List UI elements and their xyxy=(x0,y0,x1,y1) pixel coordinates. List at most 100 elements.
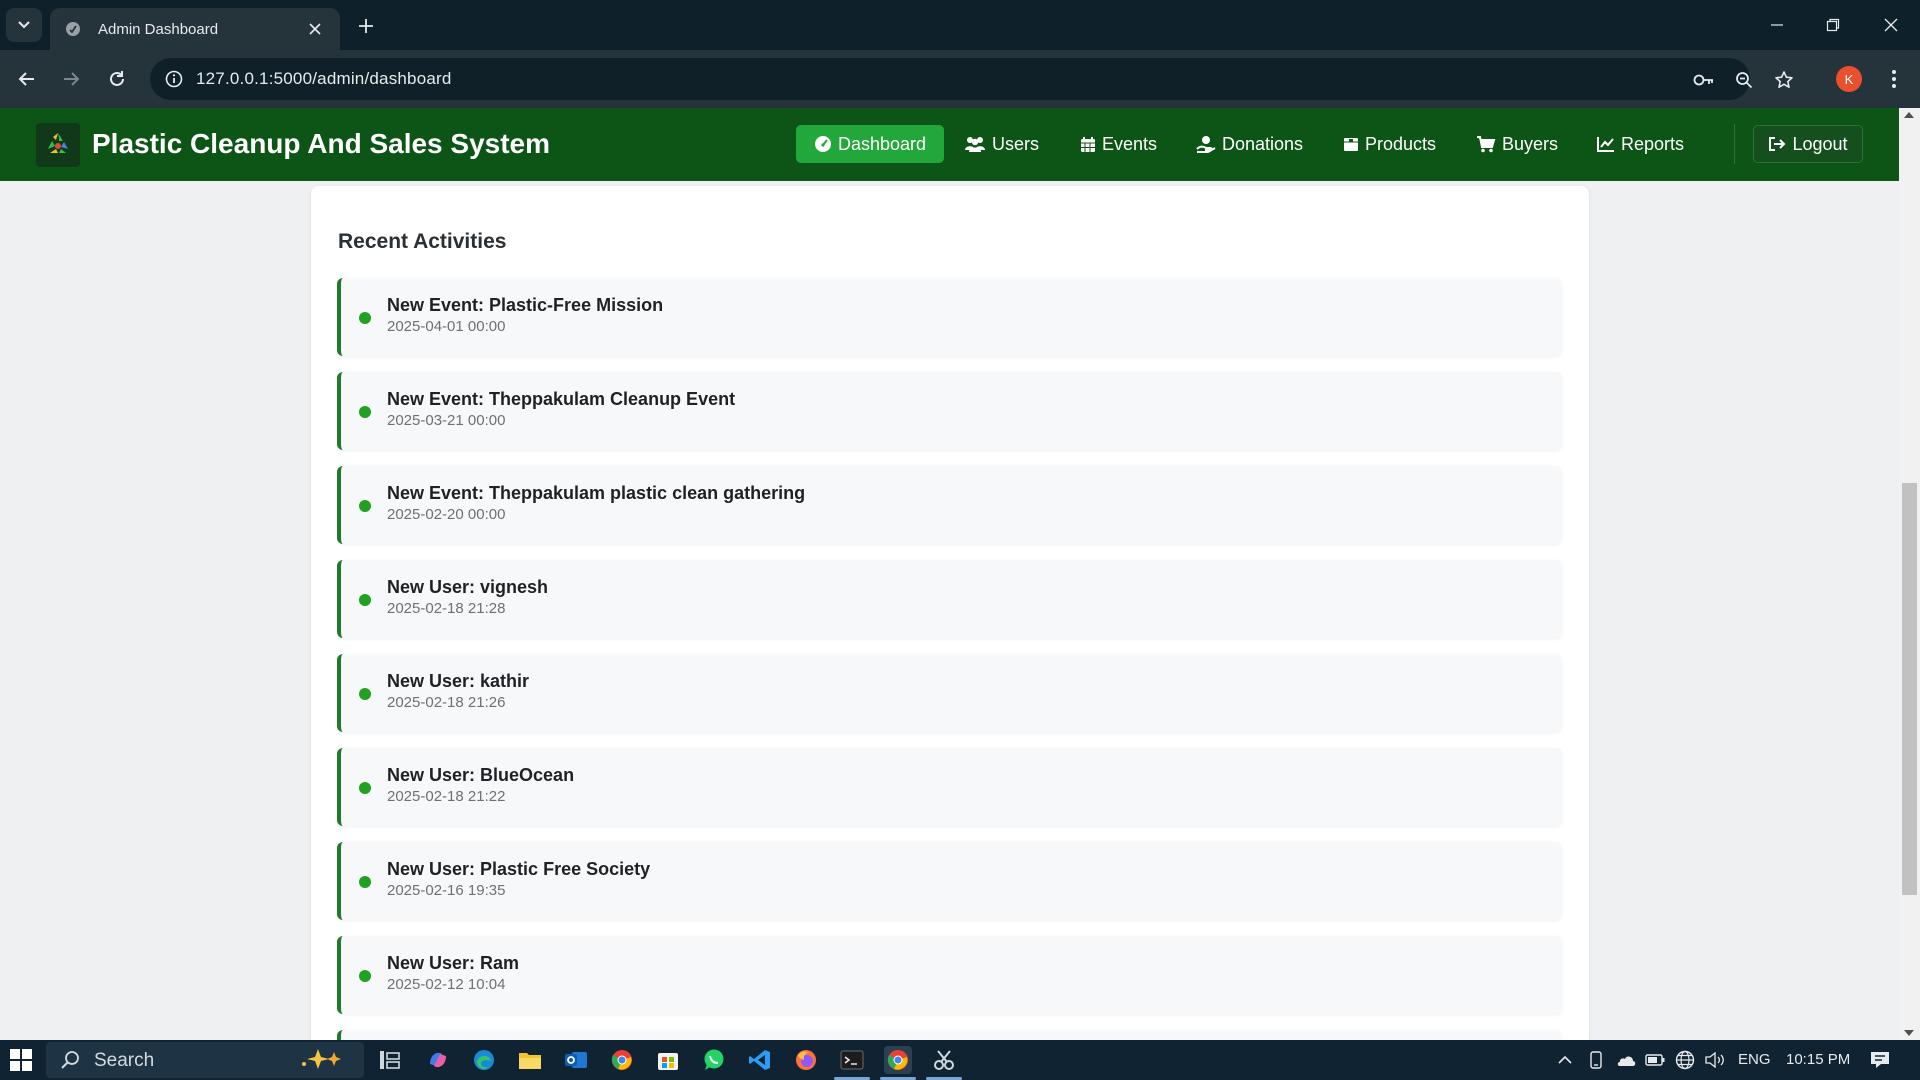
address-bar[interactable]: 127.0.0.1:5000/admin/dashboard xyxy=(150,58,1793,100)
bookmark-star-icon[interactable] xyxy=(1772,68,1796,92)
arrow-left-icon xyxy=(18,72,34,86)
site-info-icon[interactable] xyxy=(162,67,186,91)
file-explorer-icon[interactable] xyxy=(516,1046,544,1074)
profile-avatar[interactable]: K xyxy=(1836,66,1862,92)
activity-title: New Event: Plastic-Free Mission xyxy=(387,295,664,315)
activity-time: 2025-02-18 21:22 xyxy=(387,788,506,805)
browser-menu-button[interactable] xyxy=(1882,64,1906,94)
language-indicator[interactable]: ENG xyxy=(1738,1051,1771,1068)
nav-products[interactable]: Products xyxy=(1333,125,1446,163)
globe-icon xyxy=(64,20,82,38)
activity-title: New User: Ram xyxy=(387,953,520,973)
minimize-icon xyxy=(1771,24,1783,26)
microsoft-store-icon[interactable] xyxy=(654,1046,682,1074)
chart-line-icon xyxy=(1597,137,1614,152)
minimize-button[interactable] xyxy=(1754,10,1800,40)
activity-title: New Event: Theppakulam plastic clean gat… xyxy=(387,483,806,503)
activity-time: 2025-02-16 19:35 xyxy=(387,882,506,899)
nav-buyers[interactable]: Buyers xyxy=(1466,125,1568,163)
status-dot-icon xyxy=(359,312,371,324)
close-icon xyxy=(1884,18,1898,32)
tray-overflow-icon[interactable] xyxy=(1556,1050,1574,1070)
tab-search-button[interactable] xyxy=(6,8,42,42)
edge-browser-icon[interactable] xyxy=(470,1046,498,1074)
search-placeholder: Search xyxy=(94,1050,155,1071)
browser-tab-active[interactable]: Admin Dashboard xyxy=(50,8,340,50)
copilot-app-icon[interactable] xyxy=(424,1046,452,1074)
clock-time[interactable]: 10:15 PM xyxy=(1786,1051,1850,1068)
network-globe-icon[interactable] xyxy=(1674,1050,1696,1070)
section-title: Recent Activities xyxy=(338,230,507,253)
search-icon xyxy=(60,1050,80,1070)
restore-button[interactable] xyxy=(1810,10,1856,40)
windows-start-icon[interactable] xyxy=(10,1049,32,1071)
reload-button[interactable] xyxy=(102,64,132,94)
page-scrollbar[interactable] xyxy=(1899,108,1920,1040)
back-button[interactable] xyxy=(12,64,42,94)
activity-time: 2025-02-18 21:26 xyxy=(387,694,506,711)
arrow-right-icon xyxy=(64,72,80,86)
nav-events-label: Events xyxy=(1102,133,1158,154)
app-navbar: Plastic Cleanup And Sales System Dashboa… xyxy=(0,108,1899,181)
chrome-icon[interactable] xyxy=(608,1046,636,1074)
password-key-icon[interactable] xyxy=(1692,68,1716,92)
activity-item: New User: BlueOcean 2025-02-18 21:22 xyxy=(337,748,1562,826)
volume-icon[interactable] xyxy=(1704,1050,1726,1070)
box-icon xyxy=(1344,138,1358,151)
scrollbar-thumb[interactable] xyxy=(1902,483,1917,895)
activity-title: New User: vignesh xyxy=(387,577,549,597)
status-dot-icon xyxy=(359,970,371,982)
scroll-up-icon[interactable] xyxy=(1904,112,1914,118)
page-viewport: Plastic Cleanup And Sales System Dashboa… xyxy=(0,108,1920,1040)
cart-icon xyxy=(1477,135,1496,152)
nav-users[interactable]: Users xyxy=(954,125,1049,163)
activity-title: New User: Plastic Free Society xyxy=(387,859,651,879)
new-tab-button[interactable] xyxy=(352,12,380,40)
donate-icon xyxy=(1196,136,1216,153)
chrome-active-icon[interactable] xyxy=(884,1046,912,1074)
nav-events[interactable]: Events xyxy=(1070,125,1167,163)
sparkle-icon xyxy=(302,1049,341,1069)
vscode-icon[interactable] xyxy=(746,1046,774,1074)
nav-donations[interactable]: Donations xyxy=(1186,125,1313,163)
close-tab-icon[interactable] xyxy=(304,18,326,40)
close-window-button[interactable] xyxy=(1868,10,1914,40)
status-dot-icon xyxy=(359,500,371,512)
activity-title: New User: BlueOcean xyxy=(387,765,575,785)
snipping-tool-icon[interactable] xyxy=(930,1046,958,1074)
notification-center-icon[interactable] xyxy=(1868,1050,1892,1070)
terminal-icon[interactable] xyxy=(838,1046,866,1074)
status-dot-icon xyxy=(359,782,371,794)
nav-dashboard[interactable]: Dashboard xyxy=(796,125,945,163)
more-vertical-icon xyxy=(1892,70,1896,88)
nav-reports-label: Reports xyxy=(1621,133,1685,154)
gauge-icon xyxy=(815,136,831,152)
nav-dashboard-label: Dashboard xyxy=(838,133,927,154)
task-view-icon[interactable] xyxy=(376,1046,404,1074)
nav-divider xyxy=(1734,124,1735,164)
forward-button[interactable] xyxy=(56,64,86,94)
battery-icon xyxy=(1644,1050,1666,1070)
activity-time: 2025-03-21 00:00 xyxy=(387,412,506,429)
activity-item: New User: Plastic Free Society 2025-02-1… xyxy=(337,842,1562,920)
nav-reports[interactable]: Reports xyxy=(1587,125,1694,163)
outlook-icon[interactable] xyxy=(562,1046,590,1074)
status-dot-icon xyxy=(359,876,371,888)
activity-item: New User: kathir 2025-02-18 21:26 xyxy=(337,654,1562,732)
zoom-icon[interactable] xyxy=(1732,68,1756,92)
activity-item xyxy=(337,1030,1562,1040)
whatsapp-icon[interactable] xyxy=(700,1046,728,1074)
logout-button[interactable]: Logout xyxy=(1753,125,1863,163)
reload-icon xyxy=(110,71,124,86)
restore-icon xyxy=(1826,18,1840,32)
logout-label: Logout xyxy=(1792,133,1848,154)
onedrive-icon[interactable] xyxy=(1614,1050,1638,1070)
activity-title: New Event: Theppakulam Cleanup Event xyxy=(387,389,736,409)
plus-icon xyxy=(359,19,373,33)
activity-item: New User: vignesh 2025-02-18 21:28 xyxy=(337,560,1562,638)
device-icon[interactable] xyxy=(1586,1050,1606,1070)
recent-activities-card: Recent Activities New Event: Plastic-Fre… xyxy=(311,186,1589,1040)
nav-buyers-label: Buyers xyxy=(1502,133,1559,154)
scroll-down-icon[interactable] xyxy=(1904,1030,1914,1036)
firefox-icon[interactable] xyxy=(792,1046,820,1074)
